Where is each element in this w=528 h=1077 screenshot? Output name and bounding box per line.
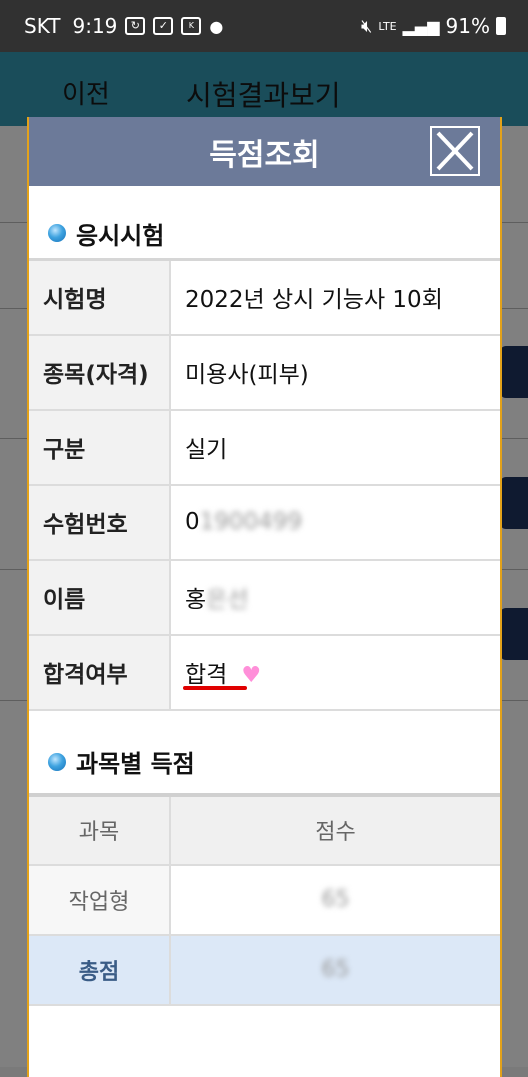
total-row: 총점 65	[29, 934, 500, 1006]
score-section-title: 과목별 득점	[29, 737, 500, 787]
back-button[interactable]: 이전	[62, 74, 110, 111]
status-bar: SKT 9:19 ↻ ✓ K ● 🔇︎ LTE ▂▄▆ 91%	[0, 0, 528, 52]
exam-number-label: 수험번호	[29, 484, 171, 561]
app-notification-icon: K	[181, 17, 202, 35]
modal-header: 득점조회	[29, 117, 500, 186]
table-row: 이름 홍은선	[29, 559, 500, 636]
sync-icon: ↻	[125, 17, 146, 35]
total-label: 총점	[29, 934, 171, 1006]
score-header: 점수	[170, 792, 500, 866]
category-value: 미용사(피부)	[170, 334, 500, 411]
exam-number-value: 01900499	[170, 484, 500, 561]
more-notifications-icon: ●	[209, 16, 224, 36]
exam-name-label: 시험명	[29, 258, 171, 336]
total-score-cell: 65	[170, 934, 500, 1006]
score-cell: 65	[170, 864, 500, 936]
bullet-icon	[48, 752, 66, 771]
close-icon	[436, 131, 474, 171]
calendar-check-icon: ✓	[153, 17, 174, 35]
heart-icon: ♥	[241, 663, 262, 688]
score-inquiry-modal: 득점조회 응시시험 시험명 2022년 상시 기능사 10회 종목(자격) 미용…	[27, 117, 502, 1077]
battery-icon	[496, 17, 506, 35]
exam-section-label: 응시시험	[76, 221, 165, 250]
app-header: 이전 시험결과보기	[0, 52, 528, 126]
background-result-button	[500, 346, 528, 398]
category-label: 종목(자격)	[29, 334, 171, 411]
table-row: 종목(자격) 미용사(피부)	[29, 334, 500, 411]
table-row: 구분 실기	[29, 409, 500, 486]
table-row: 작업형 65	[29, 864, 500, 936]
name-label: 이름	[29, 559, 171, 636]
subject-cell: 작업형	[29, 864, 171, 936]
table-row: 수험번호 01900499	[29, 484, 500, 561]
bullet-icon	[48, 224, 66, 242]
exam-info-table: 시험명 2022년 상시 기능사 10회 종목(자격) 미용사(피부) 구분 실…	[29, 258, 500, 711]
division-label: 구분	[29, 409, 171, 486]
table-row: 합격여부 합격 ♥	[29, 634, 500, 711]
close-button[interactable]	[430, 126, 480, 176]
division-value: 실기	[170, 409, 500, 486]
exam-number-visible: 0	[185, 509, 200, 535]
carrier-label: SKT	[24, 14, 61, 38]
score-value: 65	[321, 887, 350, 912]
background-result-button	[500, 477, 528, 529]
score-section-label: 과목별 득점	[76, 750, 195, 778]
table-row: 시험명 2022년 상시 기능사 10회	[29, 258, 500, 336]
pass-status-value: 합격 ♥	[170, 634, 500, 711]
signal-icon: ▂▄▆	[402, 16, 440, 36]
total-score-value: 65	[321, 957, 350, 982]
background-result-button	[500, 608, 528, 660]
score-table: 과목 점수 작업형 65 총점 65	[29, 792, 500, 1006]
network-type: LTE	[378, 19, 397, 33]
name-masked: 은선	[206, 587, 249, 613]
exam-section-title: 응시시험	[29, 208, 500, 258]
page-title: 시험결과보기	[186, 79, 341, 112]
pass-status-text: 합격	[185, 662, 228, 688]
name-value: 홍은선	[170, 559, 500, 636]
modal-title: 득점조회	[209, 137, 320, 173]
exam-number-masked: 1900499	[199, 509, 303, 535]
subject-header: 과목	[29, 792, 171, 866]
pass-status-label: 합격여부	[29, 634, 171, 711]
table-header-row: 과목 점수	[29, 792, 500, 866]
mute-icon: 🔇︎	[360, 15, 373, 37]
red-underline	[183, 686, 247, 690]
battery-level: 91%	[445, 14, 490, 38]
name-visible: 홍	[185, 587, 207, 613]
exam-name-value: 2022년 상시 기능사 10회	[170, 258, 500, 336]
clock: 9:19	[72, 14, 118, 38]
